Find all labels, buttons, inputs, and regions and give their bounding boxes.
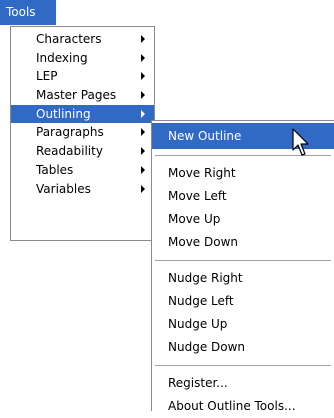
menu-item-label: Variables [36,181,91,196]
menu-item-label: New Outline [168,129,242,143]
chevron-right-icon [141,72,145,81]
menu-item-label: Readability [36,144,103,159]
menu-item-label: Move Down [168,235,238,249]
menu-item-nudge-up[interactable]: Nudge Up [152,313,334,336]
menu-item-label: Indexing [36,50,88,65]
menu-item-label: Move Up [168,212,221,226]
menu-item-label: Register... [168,376,228,390]
menu-item-indexing[interactable]: Indexing [11,49,154,68]
outlining-submenu: New Outline Move Right Move Left Move Up… [151,120,334,413]
menu-item-label: Move Right [168,166,236,180]
menu-item-label: Tables [36,162,74,177]
menu-item-variables[interactable]: Variables [11,180,154,199]
menu-item-tables[interactable]: Tables [11,161,154,180]
chevron-right-icon [141,184,145,193]
menu-item-label: LEP [36,69,58,84]
menu-item-label: Characters [36,32,102,46]
menu-item-nudge-right[interactable]: Nudge Right [152,267,334,290]
menu-item-characters[interactable]: Characters [11,30,154,49]
menu-item-lep[interactable]: LEP [11,67,154,86]
menu-item-move-up[interactable]: Move Up [152,208,334,231]
chevron-right-icon [141,53,145,62]
menu-item-label: Paragraphs [36,125,104,140]
chevron-right-icon [141,91,145,100]
menu-item-readability[interactable]: Readability [11,142,154,161]
menu-item-label: Nudge Down [168,340,246,354]
menu-item-nudge-left[interactable]: Nudge Left [152,290,334,313]
tools-menu-label: Tools [6,5,36,19]
chevron-right-icon [141,35,145,43]
menu-separator [155,260,331,261]
menu-item-label: Nudge Up [168,317,228,331]
tools-dropdown: Characters Indexing LEP Master Pages Out… [10,26,155,241]
menu-item-move-left[interactable]: Move Left [152,185,334,208]
menu-item-register[interactable]: Register... [152,372,334,395]
chevron-right-icon [141,128,145,137]
menu-item-paragraphs[interactable]: Paragraphs [11,123,154,142]
menu-item-label: Nudge Right [168,271,243,285]
menu-item-move-right[interactable]: Move Right [152,162,334,185]
chevron-right-icon [141,109,145,118]
chevron-right-icon [141,165,145,174]
menu-item-about-outline-tools[interactable]: About Outline Tools... [152,395,334,418]
menu-item-label: Move Left [168,189,227,203]
menu-item-outlining[interactable]: Outlining [11,104,154,124]
mouse-pointer-icon [292,128,309,156]
menu-item-label: Nudge Left [168,294,234,308]
menu-item-move-down[interactable]: Move Down [152,231,334,254]
menu-item-master-pages[interactable]: Master Pages [11,86,154,105]
menu-separator [155,365,331,366]
menu-item-label: Master Pages [36,88,117,103]
menu-item-nudge-down[interactable]: Nudge Down [152,336,334,359]
chevron-right-icon [141,147,145,156]
tools-menu-button[interactable]: Tools [0,0,56,25]
menu-item-label: Outlining [36,106,91,121]
